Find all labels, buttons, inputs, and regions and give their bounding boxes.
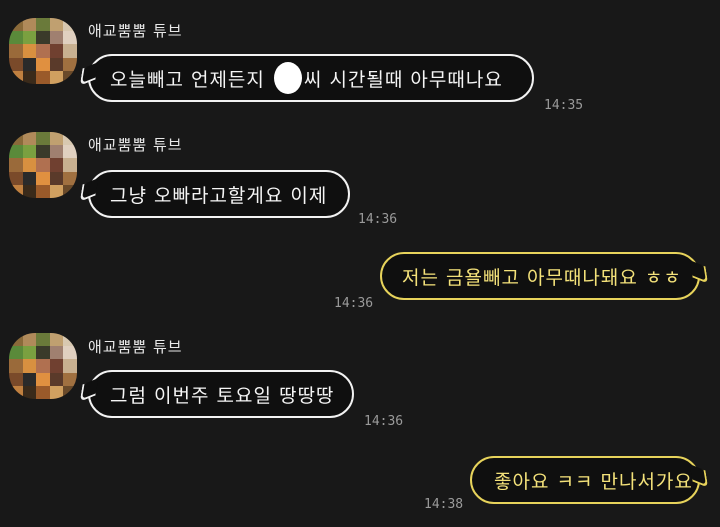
message-text: 좋아요 ㅋㅋ 만나서가요 [494, 470, 693, 493]
message-timestamp: 14:36 [334, 296, 374, 311]
message-bubble-outgoing[interactable]: 저는 금욜빼고 아무때나돼요 ㅎㅎ [380, 252, 709, 300]
bubble-tail [79, 62, 99, 86]
message-bubble-incoming[interactable]: 그냥 오빠라고할게요 이제 [79, 170, 350, 218]
message-text: 그럼 이번주 토요일 땅땅땅 [110, 384, 335, 407]
bubble-tail [79, 178, 99, 202]
message-timestamp: 14:35 [544, 98, 584, 113]
message-text: 그냥 오빠라고할게요 이제 [110, 184, 328, 207]
message-text: 씨 시간될때 아무때나요 [303, 68, 503, 91]
message-bubble-incoming[interactable]: 오늘빼고 언제든지 씨 시간될때 아무때나요 [79, 54, 534, 102]
redaction-blob-icon [273, 62, 302, 94]
sender-name: 애교뿜뿜 튜브 [88, 136, 183, 154]
sender-name: 애교뿜뿜 튜브 [88, 338, 183, 356]
bubble-tail [79, 378, 99, 402]
avatar[interactable] [9, 333, 77, 399]
avatar[interactable] [9, 132, 77, 198]
message-bubble-outgoing[interactable]: 좋아요 ㅋㅋ 만나서가요 [470, 456, 709, 504]
avatar[interactable] [9, 18, 77, 84]
message-timestamp: 14:36 [364, 414, 404, 429]
message-text: 오늘빼고 언제든지 [110, 68, 272, 91]
message-text: 저는 금욜빼고 아무때나돼요 ㅎㅎ [402, 266, 682, 289]
sender-name: 애교뿜뿜 튜브 [88, 22, 183, 40]
message-timestamp: 14:36 [358, 212, 398, 227]
message-bubble-incoming[interactable]: 그럼 이번주 토요일 땅땅땅 [79, 370, 354, 418]
bubble-tail [689, 260, 709, 284]
message-timestamp: 14:38 [424, 497, 464, 512]
